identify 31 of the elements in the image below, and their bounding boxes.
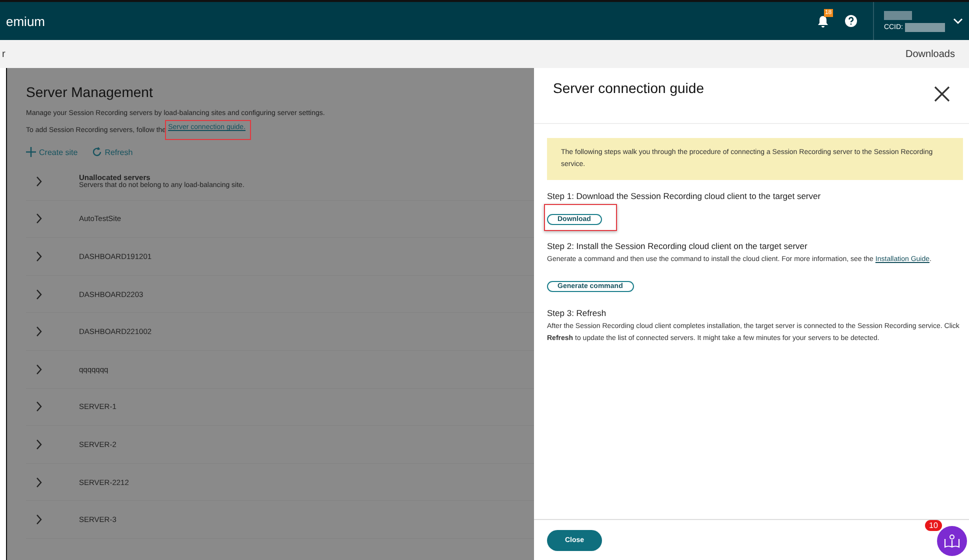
chevron-right-icon xyxy=(36,176,42,187)
step-title: Step 2: Install the Session Recording cloud client on the target server xyxy=(547,241,808,251)
panel-title: Server connection guide xyxy=(553,80,704,96)
chevron-right-icon xyxy=(36,326,42,338)
step-title: Step 3: Refresh xyxy=(547,308,608,318)
brand-name: emium xyxy=(6,14,46,28)
refresh-button[interactable]: Refresh xyxy=(92,147,133,157)
refresh-icon xyxy=(92,147,102,157)
blurred-block xyxy=(905,22,945,32)
chevron-right-icon xyxy=(36,514,42,526)
chevron-down-icon xyxy=(953,18,963,24)
help-button[interactable] xyxy=(937,526,967,556)
help-badge: 10 xyxy=(925,520,942,531)
chevron-right-icon xyxy=(36,250,42,262)
plus-icon xyxy=(26,147,36,157)
chevron-right-icon xyxy=(36,438,42,450)
chevron-right-icon xyxy=(36,213,42,224)
downloads-link[interactable]: Downloads xyxy=(906,48,955,60)
close-icon[interactable] xyxy=(934,86,950,102)
help-icon[interactable] xyxy=(844,15,857,27)
page-title: Server Management xyxy=(26,84,154,100)
bell-icon[interactable] xyxy=(816,14,829,28)
chevron-right-icon xyxy=(36,288,42,300)
chevron-right-icon xyxy=(36,401,42,412)
breadcrumb: r xyxy=(2,48,6,60)
step-title: Step 1: Download the Session Recording cloud client to the target server xyxy=(547,191,822,201)
chevron-right-icon xyxy=(36,476,42,488)
create-site-button[interactable]: Create site xyxy=(26,147,78,157)
book-bulb-icon xyxy=(944,534,960,548)
chevron-right-icon xyxy=(36,364,42,375)
blurred-block xyxy=(884,10,912,20)
